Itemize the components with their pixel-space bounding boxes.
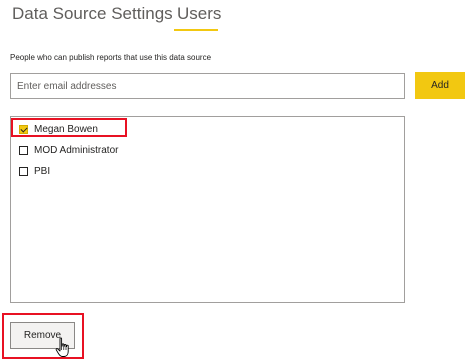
user-name: PBI bbox=[34, 165, 51, 177]
user-item-mod-administrator[interactable]: MOD Administrator bbox=[19, 143, 118, 157]
tab-users[interactable]: Users bbox=[177, 4, 221, 24]
email-input[interactable] bbox=[10, 73, 405, 99]
user-name: MOD Administrator bbox=[34, 144, 119, 156]
user-list[interactable]: Megan Bowen MOD Administrator PBI bbox=[10, 116, 405, 303]
checkbox-icon[interactable] bbox=[19, 145, 28, 155]
users-dialog: Data Source Settings Users People who ca… bbox=[0, 0, 474, 363]
active-tab-indicator bbox=[174, 29, 218, 31]
remove-button[interactable]: Remove bbox=[10, 322, 75, 349]
user-name: Megan Bowen bbox=[34, 123, 98, 135]
checkbox-icon[interactable] bbox=[19, 166, 28, 176]
tab-data-source-settings[interactable]: Data Source Settings bbox=[12, 4, 173, 24]
user-item-megan-bowen[interactable]: Megan Bowen bbox=[19, 122, 98, 136]
checkbox-checked-icon[interactable] bbox=[19, 124, 28, 134]
user-item-pbi[interactable]: PBI bbox=[19, 164, 50, 178]
publishers-description: People who can publish reports that use … bbox=[10, 53, 212, 62]
add-button[interactable]: Add bbox=[415, 72, 465, 99]
